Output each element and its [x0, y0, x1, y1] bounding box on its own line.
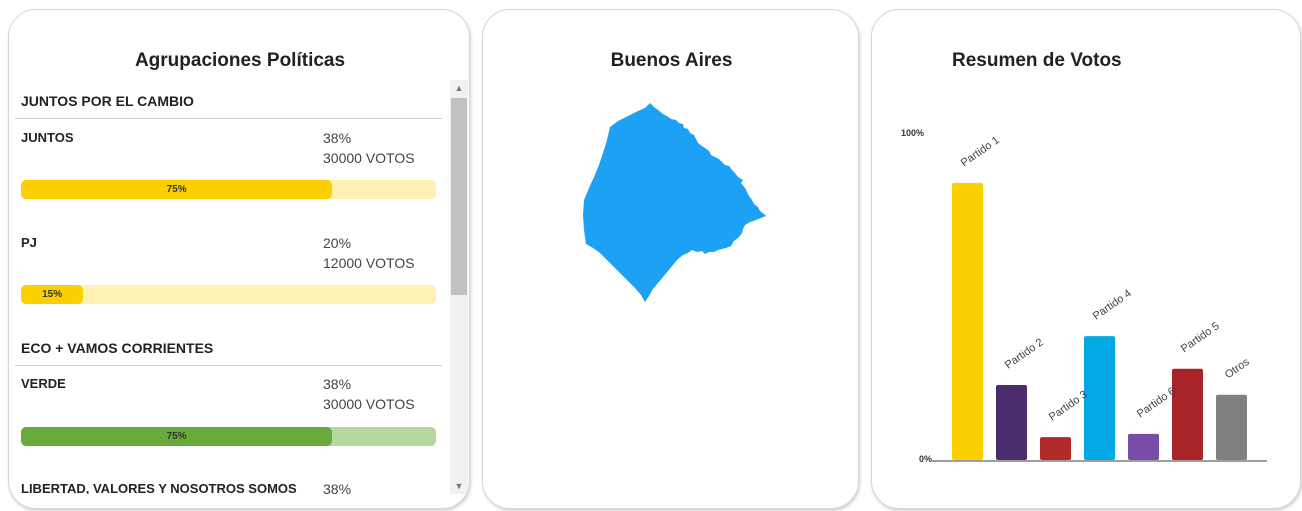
- vote-summary-chart: 100% 0% Partido 1 Partido 2Partido 3 Parti…: [901, 128, 1267, 464]
- bar-partido-6[interactable]: [1128, 433, 1159, 460]
- political-groups-title: Agrupaciones Políticas: [134, 50, 346, 71]
- vote-progress-fill: 75%: [21, 427, 333, 446]
- political-groups-card: Agrupaciones Políticas JUNTOS POR EL CAM…: [8, 9, 470, 509]
- vote-progress-label: 75%: [166, 431, 187, 442]
- bar-label: Partido 2: [1003, 336, 1046, 371]
- buenos-aires-map[interactable]: [483, 10, 859, 509]
- bar-partido-3[interactable]: [1040, 437, 1071, 460]
- vote-progress-bar: 75%: [21, 180, 436, 199]
- scrollbar-thumb[interactable]: [451, 98, 467, 295]
- bars-group: [952, 182, 1247, 460]
- group-divider: [15, 118, 442, 119]
- group-title: JUNTOS POR EL CAMBIO: [21, 93, 194, 109]
- region-map-card: Buenos Aires: [482, 9, 859, 509]
- party-votes: 30000 VOTOS: [323, 396, 415, 412]
- bar-label: Partido 3: [1047, 389, 1090, 424]
- bar-partido-2[interactable]: [996, 385, 1027, 460]
- y-tick-label: 100%: [901, 128, 924, 138]
- vote-summary-card: Resumen de Votos 100% 0% Partido 1 Partid…: [871, 9, 1301, 509]
- bar-label: Partido 1: [959, 134, 1002, 169]
- buenos-aires-region[interactable]: [583, 103, 766, 302]
- bar-partido-5[interactable]: [1172, 368, 1203, 460]
- party-votes: 12000 VOTOS: [323, 255, 415, 271]
- y-tick-label: 0%: [919, 454, 932, 464]
- party-percent: 38%: [323, 376, 352, 392]
- vote-progress-bar: 75%: [21, 427, 436, 446]
- vote-progress-fill: 75%: [21, 180, 333, 199]
- bar-otros[interactable]: [1216, 394, 1247, 460]
- party-name: LIBERTAD, VALORES Y NOSOTROS SOMOS: [21, 481, 297, 494]
- group-title: ECO + VAMOS CORRIENTES: [21, 340, 214, 356]
- vote-progress-fill: 15%: [21, 285, 84, 304]
- vote-progress-label: 75%: [166, 184, 187, 195]
- party-percent: 38%: [323, 481, 352, 494]
- party-name: VERDE: [21, 376, 66, 391]
- bar-label: Partido 4: [1091, 287, 1134, 322]
- bar-label: Otros: [1223, 356, 1252, 382]
- party-name: PJ: [21, 235, 37, 250]
- vote-progress-label: 15%: [42, 289, 63, 300]
- party-votes: 30000 VOTOS: [323, 150, 415, 166]
- party-percent: 38%: [323, 130, 352, 146]
- bar-label: Partido 5: [1179, 320, 1222, 355]
- bar-partido-1[interactable]: [952, 182, 983, 460]
- vote-progress-bar: 15%: [21, 285, 436, 304]
- party-list[interactable]: JUNTOS POR EL CAMBIO JUNTOS 38% 30000 VO…: [9, 82, 450, 494]
- scroll-down-arrow-icon[interactable]: ▼: [450, 478, 468, 494]
- party-percent: 20%: [323, 235, 352, 251]
- scroll-up-arrow-icon[interactable]: ▲: [450, 80, 468, 96]
- party-name: JUNTOS: [21, 130, 74, 145]
- group-divider: [15, 365, 442, 366]
- bar-label: Partido 6: [1135, 385, 1178, 420]
- list-scrollbar[interactable]: ▲ ▼: [450, 80, 468, 494]
